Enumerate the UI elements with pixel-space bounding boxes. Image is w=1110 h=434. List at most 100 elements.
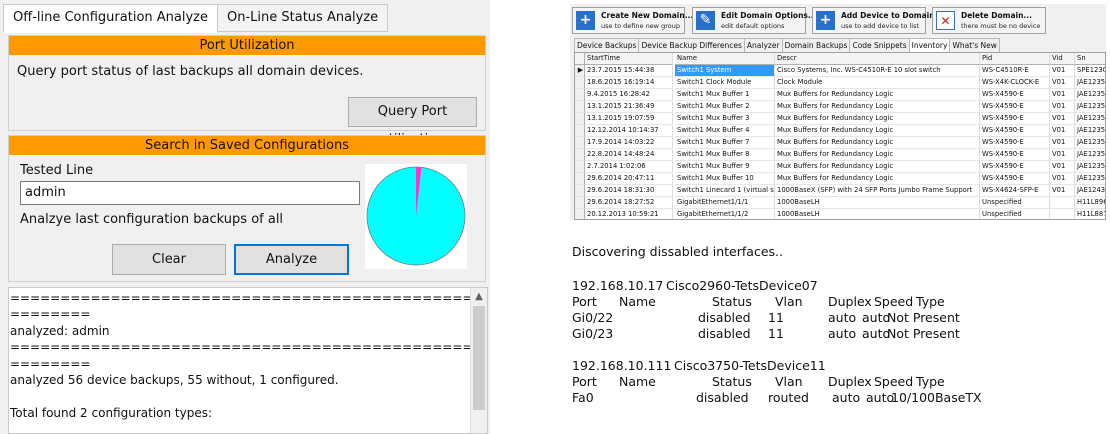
port-table-cell: auto xyxy=(832,390,861,405)
grid-cell: Unspecified xyxy=(980,197,1050,209)
row-selector-icon[interactable] xyxy=(575,149,585,161)
add-device-to-domain-button[interactable]: + Add Device to Domain... use to add dev… xyxy=(812,7,943,34)
search-configurations-header: Search in Saved Configurations xyxy=(9,136,485,155)
grid-column-header[interactable]: Name xyxy=(675,53,775,65)
clear-button[interactable]: Clear xyxy=(112,244,226,275)
grid-row[interactable]: 29.6.2014 18:31:30 Switch1 Linecard 1 (vi… xyxy=(575,185,1105,197)
edit-icon: ✎ xyxy=(696,11,715,30)
grid-cell: WS-C4510R-E xyxy=(980,65,1050,77)
delete-domain-subtitle: there must be no device xyxy=(961,22,1041,30)
inventory-tab-domain-backups[interactable]: Domain Backups xyxy=(782,38,851,53)
grid-cell: V01 xyxy=(1050,65,1075,77)
edit-domain-options-button[interactable]: ✎ Edit Domain Options... edit default op… xyxy=(692,7,816,34)
row-selector-icon[interactable] xyxy=(575,197,585,209)
grid-cell xyxy=(1050,197,1075,209)
grid-row[interactable]: 12.12.2014 10:14:37 Switch1 Mux Buffer 4M… xyxy=(575,125,1105,137)
port-table-header: Name xyxy=(619,374,656,389)
grid-cell: V01 xyxy=(1050,173,1075,185)
row-selector-icon[interactable] xyxy=(575,125,585,137)
grid-row[interactable]: 2.7.2014 1:02:06 Switch1 Mux Buffer 9 Mux … xyxy=(575,161,1105,173)
add-device-to-domain-title: Add Device to Domain... xyxy=(841,11,944,20)
row-selector-icon[interactable]: ▶ xyxy=(575,65,585,77)
log-line: ======== xyxy=(10,356,91,371)
create-new-domain-button[interactable]: + Create New Domain... use to define new… xyxy=(572,7,693,34)
grid-row[interactable]: 29.6.2014 18:27:52 GigabitEthernet1/1/1 10… xyxy=(575,197,1105,209)
grid-row[interactable]: 13.1.2015 21:36:49 Switch1 Mux Buffer 2 Mu… xyxy=(575,101,1105,113)
grid-cell: V01 xyxy=(1050,89,1075,101)
port-table-header: Speed xyxy=(874,294,914,309)
port-table-cell: 11 xyxy=(768,310,784,325)
main-tabs: Off-line Configuration Analyze On-Line S… xyxy=(3,4,389,33)
grid-cell: Mux Buffers for Redundancy Logic xyxy=(775,149,980,161)
configured-pie-chart xyxy=(366,166,466,266)
grid-column-header[interactable]: StartTime xyxy=(585,53,673,65)
inventory-window: + Create New Domain... use to define new… xyxy=(570,4,1106,220)
scroll-thumb[interactable] xyxy=(473,306,485,410)
analysis-log[interactable]: ========================================… xyxy=(8,287,488,434)
row-selector-icon[interactable] xyxy=(575,77,585,89)
row-selector-icon[interactable] xyxy=(575,89,585,101)
inventory-tab-device-backup-differences[interactable]: Device Backup Differences xyxy=(639,38,745,53)
grid-row[interactable]: 9.4.2015 16:28:42 Switch1 Mux Buffer 1 Mux… xyxy=(575,89,1105,101)
log-scrollbar[interactable]: ▲ xyxy=(470,288,487,433)
row-selector-icon[interactable] xyxy=(575,161,585,173)
grid-cell: GigabitEthernet1/1/1 xyxy=(675,197,775,209)
inventory-tab-what-s-new[interactable]: What's New xyxy=(950,38,1000,53)
grid-row[interactable]: 18.6.2015 16:19:14 Switch1 Clock Module Cl… xyxy=(575,77,1105,89)
inventory-tab-analyzer[interactable]: Analyzer xyxy=(744,38,783,53)
port-table-cell: Fa0 xyxy=(572,390,594,405)
grid-cell: Switch1 Mux Buffer 7 xyxy=(675,137,775,149)
device-ip: 192.168.10.111 xyxy=(572,358,672,373)
tab-offline-configuration-analyze[interactable]: Off-line Configuration Analyze xyxy=(3,4,218,33)
grid-cell: Mux Buffers for Redundancy Logic xyxy=(775,173,980,185)
inventory-tab-device-backups[interactable]: Device Backups xyxy=(574,38,640,53)
analyze-button[interactable]: Analyze xyxy=(234,244,349,275)
grid-cell: Switch1 Clock Module xyxy=(675,77,775,89)
pie-chart-frame xyxy=(365,164,467,269)
grid-row[interactable]: 29.6.2014 20:47:11 Switch1 Mux Buffer 10 M… xyxy=(575,173,1105,185)
grid-column-header[interactable]: Pid xyxy=(980,53,1050,65)
grid-cell: 29.6.2014 20:47:11 xyxy=(585,173,673,185)
grid-cell: WS-X4590-E xyxy=(980,89,1050,101)
row-selector-icon[interactable] xyxy=(575,137,585,149)
log-line: analyzed 56 device backups, 55 without, … xyxy=(10,372,339,387)
grid-row[interactable]: 17.9.2014 14:03:22 Switch1 Mux Buffer 7 Mu… xyxy=(575,137,1105,149)
row-selector-icon[interactable] xyxy=(575,101,585,113)
grid-cell: Mux Buffers for Redundancy Logic xyxy=(775,89,980,101)
port-table-header: Duplex xyxy=(828,294,872,309)
grid-row[interactable]: ▶ 23.7.2015 15:44:38 Switch1 System Cisco S… xyxy=(575,65,1105,77)
grid-column-header[interactable]: Sn xyxy=(1075,53,1105,65)
grid-column-header[interactable]: Vid xyxy=(1050,53,1075,65)
inventory-tab-code-snippets[interactable]: Code Snippets xyxy=(850,38,910,53)
edit-domain-options-title: Edit Domain Options... xyxy=(721,11,817,20)
scroll-up-icon[interactable]: ▲ xyxy=(471,288,487,305)
port-table-cell: Not Present xyxy=(887,310,960,325)
grid-column-header[interactable]: Descr xyxy=(775,53,980,65)
query-port-utilization-button[interactable]: Query Port utilization xyxy=(348,97,477,147)
port-table-header: Type xyxy=(916,294,945,309)
row-selector-icon[interactable] xyxy=(575,173,585,185)
delete-icon: ✕ xyxy=(936,11,955,30)
tested-line-input[interactable]: admin xyxy=(20,181,360,205)
grid-row[interactable]: 13.1.2015 19:07:59 Switch1 Mux Buffer 3 Mu… xyxy=(575,113,1105,125)
create-new-domain-subtitle: use to define new group xyxy=(601,22,680,30)
row-selector-icon[interactable] xyxy=(575,113,585,125)
grid-cell: JAE1235 xyxy=(1075,173,1105,185)
grid-cell: 13.1.2015 21:36:49 xyxy=(585,101,673,113)
tab-online-status-analyze[interactable]: On-Line Status Analyze xyxy=(218,4,389,32)
inventory-grid[interactable]: StartTime Name Descr Pid Vid Sn ▶ 23.7.2015 15:… xyxy=(574,52,1106,220)
grid-row[interactable]: 22.8.2014 14:48:24 Switch1 Mux Buffer 8 Mu… xyxy=(575,149,1105,161)
grid-cell: 17.9.2014 14:03:22 xyxy=(585,137,673,149)
port-table-cell: auto xyxy=(862,310,891,325)
row-selector-icon[interactable] xyxy=(575,185,585,197)
row-selector-icon[interactable] xyxy=(575,209,585,219)
grid-cell: JAE1235 xyxy=(1075,113,1105,125)
delete-domain-button[interactable]: ✕ Delete Domain... there must be no devi… xyxy=(932,7,1046,34)
log-line: analyzed: admin xyxy=(10,323,110,338)
inventory-tab-inventory[interactable]: Inventory xyxy=(909,38,951,53)
device-ip: 192.168.10.17 xyxy=(572,278,664,293)
port-table-cell: disabled xyxy=(698,310,751,325)
grid-cell: JAE1243 xyxy=(1075,185,1105,197)
grid-row[interactable]: 20.12.2013 10:59:21 GigabitEthernet1/1/2 1… xyxy=(575,209,1105,219)
port-table-cell: 11 xyxy=(768,326,784,341)
